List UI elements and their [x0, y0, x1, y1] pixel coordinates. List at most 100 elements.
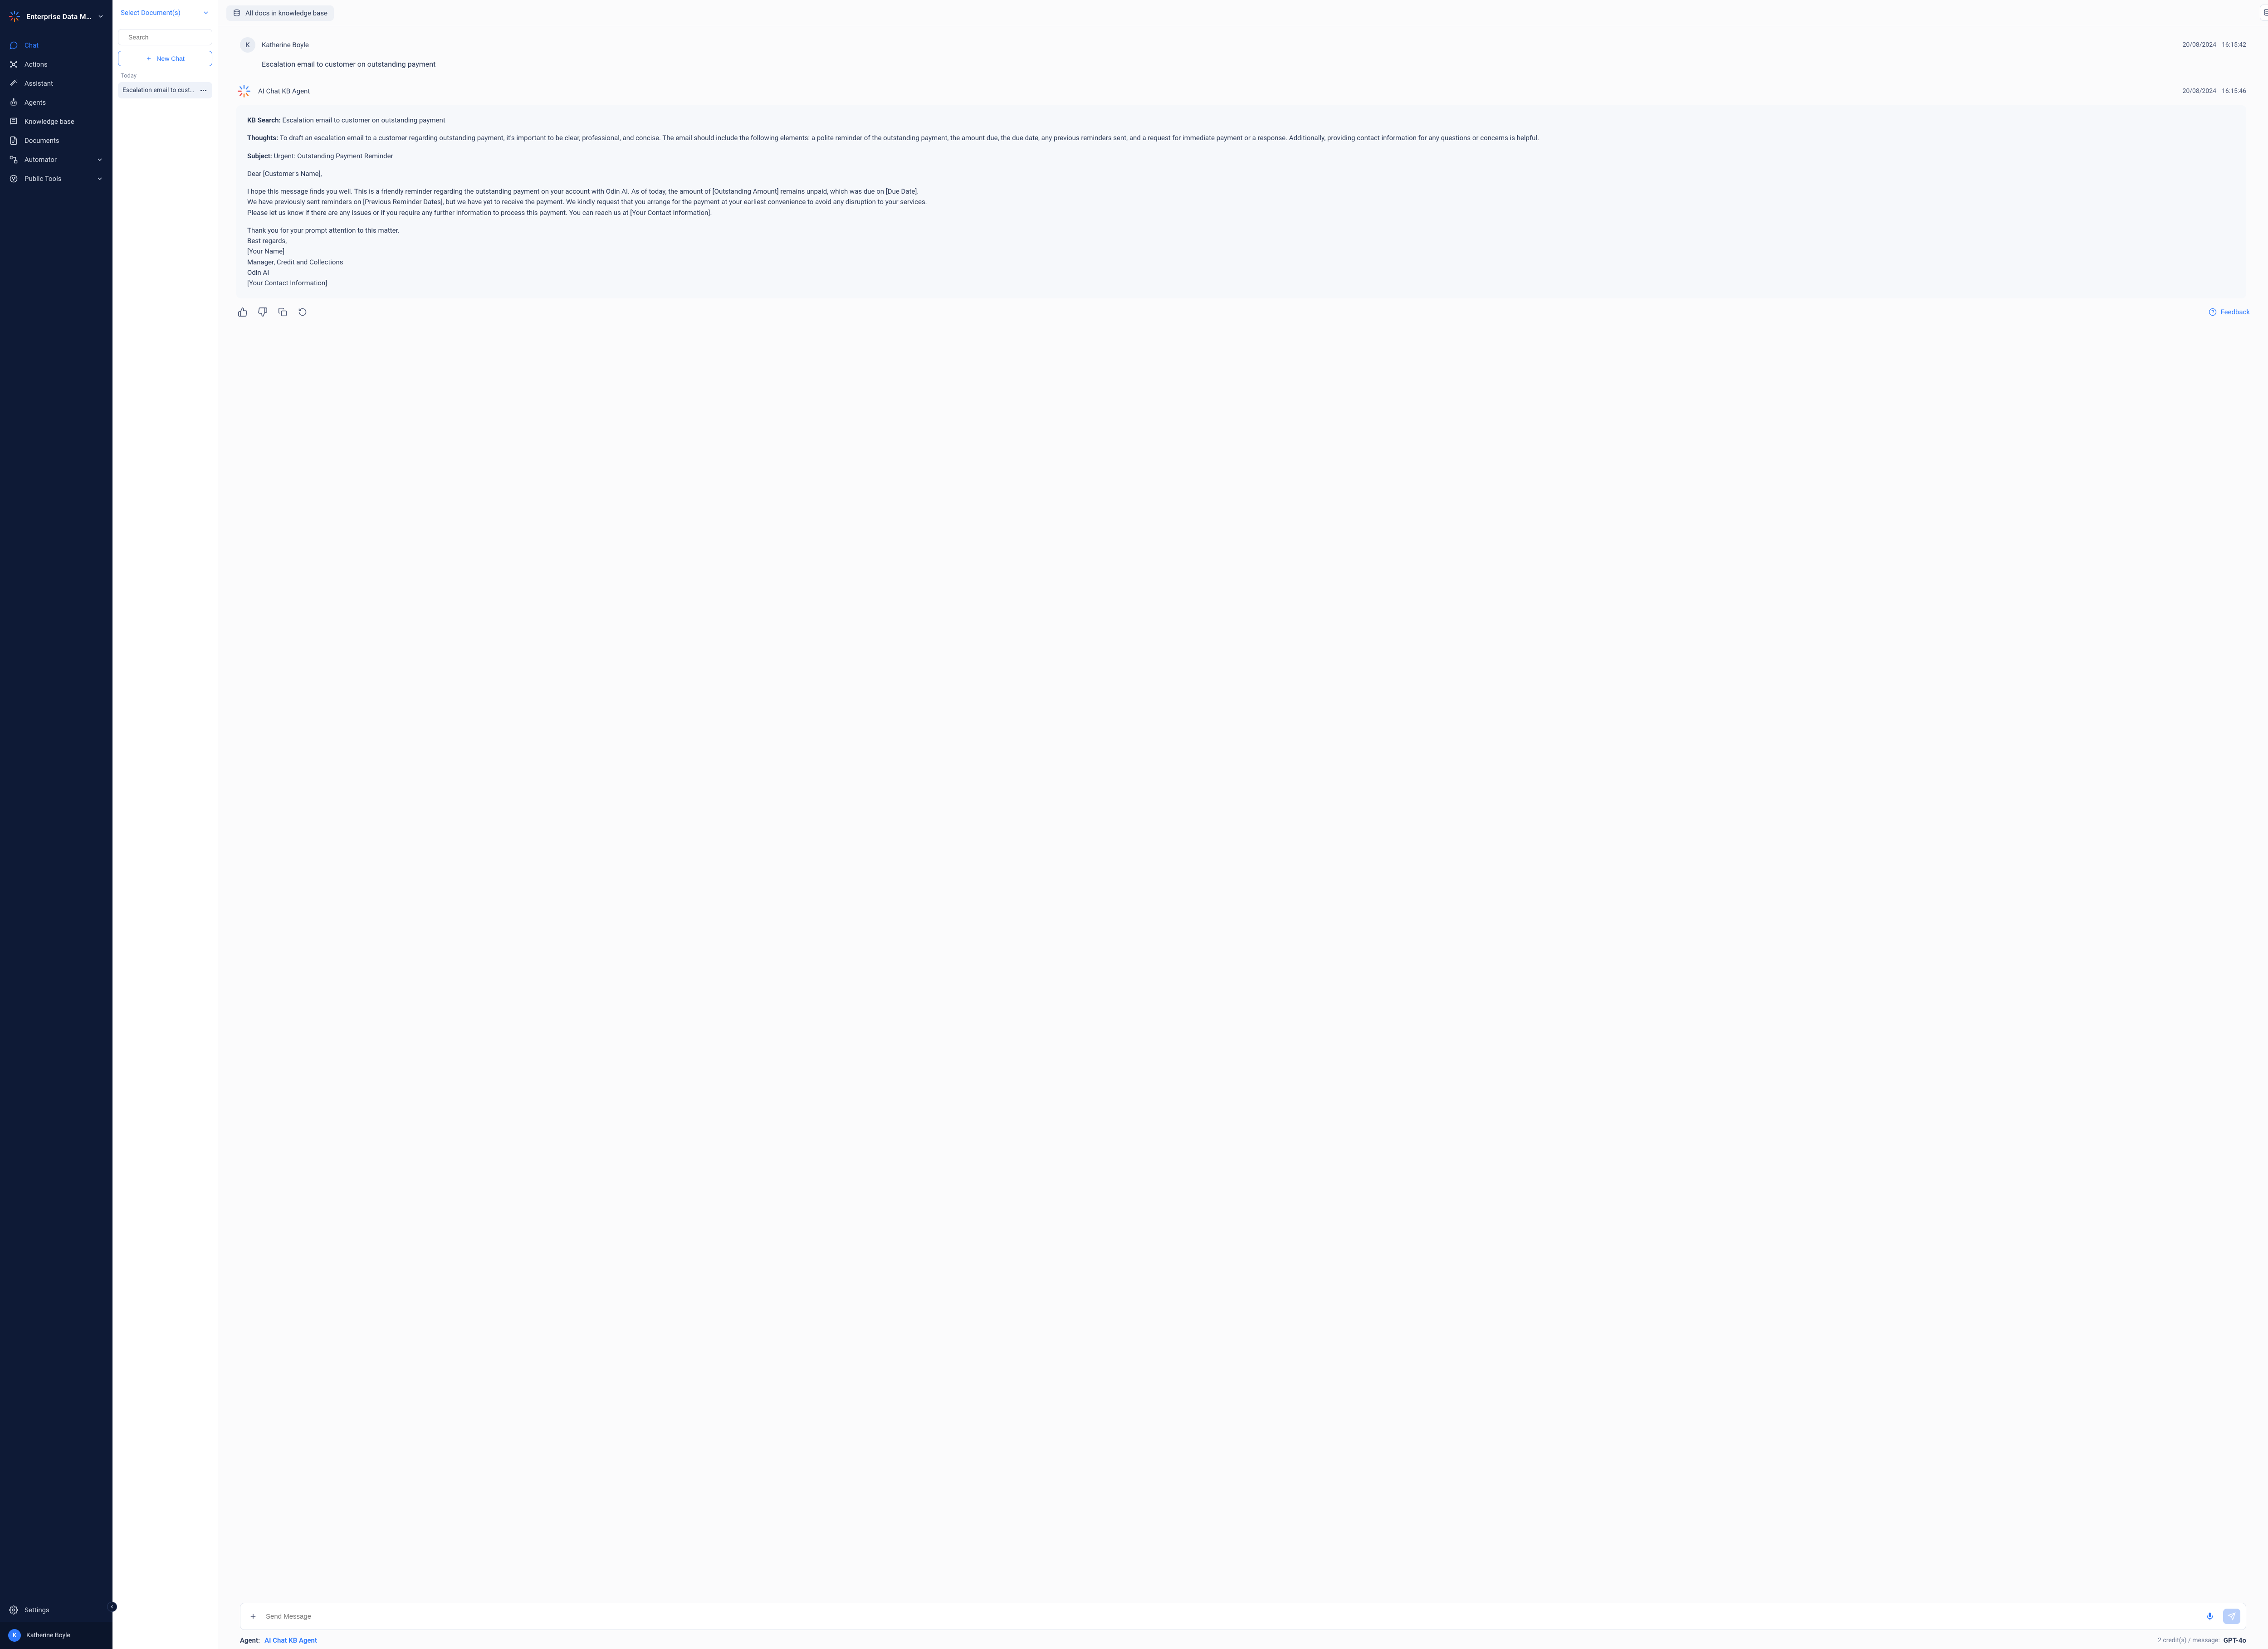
sidebar-item-settings[interactable]: Settings: [3, 1601, 110, 1619]
email-paragraph-3: Please let us know if there are any issu…: [247, 209, 712, 217]
email-closing-2: Best regards,: [247, 237, 287, 245]
user-message-header: K Katherine Boyle 20/08/2024 16:15:42: [240, 37, 2246, 53]
mic-button[interactable]: [2203, 1610, 2217, 1623]
automator-icon: [9, 155, 18, 164]
thumbs-down-button[interactable]: [256, 306, 269, 318]
chat-item-title: Escalation email to custo...: [122, 87, 195, 94]
chevron-down-icon: [96, 156, 103, 163]
feedback-button[interactable]: Feedback: [2209, 308, 2250, 316]
conversation: K Katherine Boyle 20/08/2024 16:15:42 Es…: [218, 26, 2268, 1598]
user-message-name: Katherine Boyle: [262, 41, 309, 49]
more-icon[interactable]: [199, 90, 208, 91]
topbar: All docs in knowledge base: [218, 0, 2268, 26]
subject-value: Urgent: Outstanding Payment Reminder: [274, 152, 393, 160]
main-area: All docs in knowledge base K Katherine B…: [218, 0, 2268, 1649]
sidebar-item-label: Documents: [24, 137, 59, 145]
document-icon: [9, 136, 18, 145]
thoughts-label: Thoughts:: [247, 134, 278, 142]
user-name: Katherine Boyle: [26, 1632, 70, 1639]
user-avatar: K: [8, 1629, 21, 1642]
sidebar-item-public-tools[interactable]: Public Tools: [3, 170, 110, 188]
chat-list-panel: Select Document(s) New Chat Today Escala…: [112, 0, 218, 1649]
reaction-bar: Feedback: [236, 306, 2250, 318]
email-closing-5: Odin AI: [247, 268, 269, 277]
subject-label: Subject:: [247, 152, 272, 160]
agent-message-time: 16:15:46: [2222, 88, 2246, 95]
help-circle-icon: [2209, 308, 2217, 316]
agent-name[interactable]: AI Chat KB Agent: [264, 1636, 317, 1644]
credits-label: 2 credit(s) / message:: [2158, 1637, 2220, 1644]
sidebar-item-label: Chat: [24, 41, 39, 49]
database-icon: [233, 9, 241, 17]
robot-icon: [9, 98, 18, 107]
chat-list-item[interactable]: Escalation email to custo...: [118, 82, 212, 98]
send-button[interactable]: [2223, 1609, 2240, 1624]
gear-icon: [9, 1605, 18, 1615]
user-message-date: 20/08/2024: [2183, 41, 2217, 49]
sidebar-item-label: Knowledge base: [24, 117, 74, 126]
composer: [240, 1603, 2246, 1630]
thumbs-up-icon: [238, 307, 248, 317]
workspace-name: Enterprise Data Mana..: [26, 12, 92, 21]
kb-scope-chip[interactable]: All docs in knowledge base: [226, 5, 334, 21]
agent-logo-icon: [236, 83, 252, 99]
kb-scope-label: All docs in knowledge base: [245, 9, 327, 17]
sidebar-item-label: Agents: [24, 98, 46, 107]
sidebar-item-label: Actions: [24, 60, 48, 68]
send-icon: [2228, 1612, 2236, 1620]
chevron-down-icon: [97, 13, 104, 20]
user-message-avatar: K: [240, 37, 255, 53]
copy-icon: [278, 307, 287, 317]
kb-panel-toggle[interactable]: [2260, 5, 2268, 21]
plus-icon: [249, 1612, 257, 1620]
sidebar-item-actions[interactable]: Actions: [3, 55, 110, 73]
refresh-icon: [298, 307, 307, 317]
email-greeting: Dear [Customer's Name],: [247, 169, 2235, 179]
database-icon: [2263, 9, 2268, 17]
thumbs-up-button[interactable]: [236, 306, 249, 318]
search-input[interactable]: [128, 34, 210, 41]
copy-button[interactable]: [276, 306, 289, 318]
kb-search-value: Escalation email to customer on outstand…: [282, 116, 445, 124]
search-box[interactable]: [118, 29, 212, 45]
sidebar-item-label: Settings: [24, 1606, 49, 1614]
wand-icon: [9, 79, 18, 88]
user-footer[interactable]: K Katherine Boyle: [0, 1622, 112, 1649]
email-paragraph-2: We have previously sent reminders on [Pr…: [247, 198, 927, 206]
agent-message-date: 20/08/2024: [2183, 88, 2217, 95]
attach-button[interactable]: [247, 1610, 259, 1623]
user-message-time: 16:15:42: [2222, 41, 2246, 49]
book-icon: [9, 117, 18, 126]
agent-response: KB Search: Escalation email to customer …: [236, 105, 2246, 298]
collapse-sidebar-button[interactable]: [107, 1602, 117, 1612]
sidebar-item-automator[interactable]: Automator: [3, 151, 110, 169]
agent-message-header: AI Chat KB Agent 20/08/2024 16:15:46: [236, 83, 2246, 99]
email-closing-4: Manager, Credit and Collections: [247, 258, 343, 266]
new-chat-button[interactable]: New Chat: [118, 51, 212, 66]
regenerate-button[interactable]: [296, 306, 309, 318]
thumbs-down-icon: [258, 307, 268, 317]
sidebar-item-assistant[interactable]: Assistant: [3, 74, 110, 93]
sidebar-item-agents[interactable]: Agents: [3, 93, 110, 112]
composer-wrap: [218, 1598, 2268, 1634]
sidebar-item-chat[interactable]: Chat: [3, 36, 110, 54]
actions-icon: [9, 60, 18, 69]
email-paragraph-1: I hope this message finds you well. This…: [247, 187, 919, 195]
email-closing-6: [Your Contact Information]: [247, 279, 327, 287]
message-input[interactable]: [266, 1613, 2197, 1620]
sidebar-item-label: Public Tools: [24, 175, 61, 183]
sidebar: Enterprise Data Mana.. Chat Actions Assi…: [0, 0, 112, 1649]
agent-message-name: AI Chat KB Agent: [258, 87, 310, 95]
select-docs-label: Select Document(s): [121, 9, 181, 17]
feedback-label: Feedback: [2220, 308, 2250, 316]
select-documents-button[interactable]: Select Document(s): [112, 0, 218, 25]
sidebar-item-knowledge-base[interactable]: Knowledge base: [3, 112, 110, 131]
email-closing-1: Thank you for your prompt attention to t…: [247, 226, 400, 234]
sidebar-nav: Chat Actions Assistant Agents Knowledge …: [0, 34, 112, 1598]
workspace-switcher[interactable]: Enterprise Data Mana..: [0, 0, 112, 34]
agent-label: Agent:: [240, 1636, 260, 1644]
thoughts-value: To draft an escalation email to a custom…: [280, 134, 1539, 142]
model-name: GPT-4o: [2224, 1636, 2246, 1644]
sidebar-item-documents[interactable]: Documents: [3, 132, 110, 150]
statusbar: Agent: AI Chat KB Agent 2 credit(s) / me…: [218, 1634, 2268, 1649]
